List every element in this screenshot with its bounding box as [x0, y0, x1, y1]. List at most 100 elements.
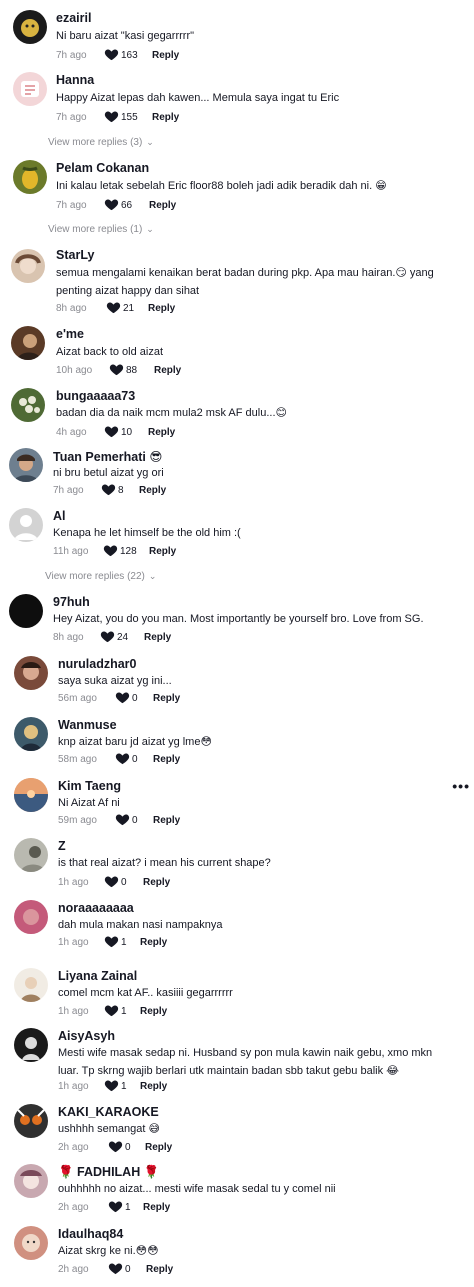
avatar[interactable] — [14, 1164, 48, 1198]
comment-text: comel mcm kat AF.. kasiiii gegarrrrrr — [58, 987, 233, 999]
heart-icon[interactable] — [104, 1078, 119, 1093]
avatar[interactable] — [14, 968, 48, 1002]
reply-button[interactable]: Reply — [154, 365, 181, 376]
comment-username[interactable]: Z — [58, 839, 66, 853]
avatar-image — [17, 334, 41, 360]
reply-button[interactable]: Reply — [140, 1081, 167, 1092]
avatar[interactable] — [14, 838, 48, 872]
avatar[interactable] — [14, 717, 48, 751]
like-count: 1 — [125, 1202, 131, 1213]
heart-icon[interactable] — [104, 874, 119, 889]
heart-icon[interactable] — [106, 300, 121, 315]
view-more-replies-button[interactable]: View more replies (3) ⌄ — [48, 137, 154, 148]
reply-button[interactable]: Reply — [152, 112, 179, 123]
avatar[interactable] — [14, 1028, 48, 1062]
view-more-replies-label: View more replies (1) — [48, 224, 143, 235]
reply-button[interactable]: Reply — [153, 693, 180, 704]
heart-icon[interactable] — [101, 482, 116, 497]
reply-button[interactable]: Reply — [140, 937, 167, 948]
view-more-replies-button[interactable]: View more replies (1) ⌄ — [48, 224, 154, 235]
reply-button[interactable]: Reply — [140, 1006, 167, 1017]
like-count: 0 — [121, 877, 127, 888]
heart-icon[interactable] — [100, 629, 115, 644]
like-count: 0 — [125, 1264, 131, 1275]
avatar[interactable] — [11, 249, 45, 283]
avatar[interactable] — [14, 900, 48, 934]
avatar[interactable] — [14, 656, 48, 690]
comment-username[interactable]: AisyAsyh — [58, 1029, 115, 1043]
comment-username[interactable]: KAKI_KARAOKE — [58, 1105, 159, 1119]
comment-username[interactable]: noraaaaaaaa — [58, 901, 134, 915]
reply-button[interactable]: Reply — [153, 815, 180, 826]
avatar[interactable] — [9, 448, 43, 482]
reply-button[interactable]: Reply — [139, 485, 166, 496]
reply-button[interactable]: Reply — [145, 1142, 172, 1153]
like-count: 1 — [121, 937, 127, 948]
comment-username[interactable]: e'me — [56, 327, 84, 341]
heart-icon[interactable] — [103, 543, 118, 558]
reply-button[interactable]: Reply — [143, 877, 170, 888]
comment-text: Kenapa he let himself be the old him :( — [53, 527, 241, 539]
avatar-image — [14, 515, 38, 540]
comment-time: 1h ago — [58, 877, 89, 888]
view-more-replies-button[interactable]: View more replies (22) ⌄ — [45, 571, 156, 582]
like-count: 1 — [121, 1006, 127, 1017]
heart-icon[interactable] — [104, 1003, 119, 1018]
comment-username[interactable]: Pelam Cokanan — [56, 161, 149, 175]
reply-button[interactable]: Reply — [144, 632, 171, 643]
reply-button[interactable]: Reply — [148, 427, 175, 438]
heart-icon[interactable] — [104, 934, 119, 949]
heart-icon[interactable] — [108, 1261, 123, 1276]
heart-icon[interactable] — [115, 812, 130, 827]
heart-icon[interactable] — [104, 197, 119, 212]
like-count: 1 — [121, 1081, 127, 1092]
like-count: 128 — [120, 546, 137, 557]
heart-icon[interactable] — [115, 690, 130, 705]
reply-button[interactable]: Reply — [148, 303, 175, 314]
comment-username[interactable]: Liyana Zainal — [58, 969, 137, 983]
avatar-image — [22, 1037, 40, 1060]
reply-button[interactable]: Reply — [152, 50, 179, 61]
avatar[interactable] — [14, 1104, 48, 1138]
avatar[interactable] — [13, 10, 47, 44]
avatar[interactable] — [9, 508, 43, 542]
comment-username[interactable]: Wanmuse — [58, 718, 117, 732]
comment-username[interactable]: nuruladzhar0 — [58, 657, 137, 671]
avatar-image — [19, 396, 40, 413]
comment-username[interactable]: 🌹 FADHILAH 🌹 — [58, 1165, 159, 1180]
reply-button[interactable]: Reply — [149, 546, 176, 557]
reply-button[interactable]: Reply — [143, 1202, 170, 1213]
avatar[interactable] — [11, 388, 45, 422]
heart-icon[interactable] — [108, 1139, 123, 1154]
avatar[interactable] — [13, 160, 47, 194]
comment-username[interactable]: Al — [53, 509, 66, 523]
comment-username[interactable]: Kim Taeng — [58, 779, 121, 793]
avatar[interactable] — [9, 594, 43, 628]
heart-icon[interactable] — [104, 109, 119, 124]
comment-text: Happy Aizat lepas dah kawen... Memula sa… — [56, 92, 340, 104]
reply-button[interactable]: Reply — [149, 200, 176, 211]
avatar[interactable] — [14, 1226, 48, 1260]
comment-username[interactable]: Idaulhaq84 — [58, 1227, 123, 1241]
avatar[interactable] — [11, 326, 45, 360]
comment-username[interactable]: Tuan Pemerhati 😎 — [53, 449, 162, 464]
heart-icon[interactable] — [108, 1199, 123, 1214]
comment-text: Aizat skrg ke ni.😳😳 — [58, 1245, 159, 1257]
heart-icon[interactable] — [104, 47, 119, 62]
comment-username[interactable]: bungaaaaa73 — [56, 389, 135, 403]
heart-icon[interactable] — [115, 751, 130, 766]
avatar[interactable] — [13, 72, 47, 106]
more-options-button[interactable]: ••• — [452, 778, 470, 794]
comment-username[interactable]: 97huh — [53, 595, 90, 609]
comment-username[interactable]: ezairil — [56, 11, 91, 25]
avatar[interactable] — [14, 778, 48, 812]
heart-icon[interactable] — [109, 362, 124, 377]
comment-text: is that real aizat? i mean his current s… — [58, 857, 271, 869]
reply-button[interactable]: Reply — [153, 754, 180, 765]
comment-text: Ni baru aizat "kasi gegarrrrr" — [56, 30, 195, 42]
reply-button[interactable]: Reply — [146, 1264, 173, 1275]
comment-username[interactable]: StarLy — [56, 248, 94, 262]
heart-icon[interactable] — [104, 424, 119, 439]
avatar-image — [22, 1234, 40, 1252]
comment-username[interactable]: Hanna — [56, 73, 94, 87]
